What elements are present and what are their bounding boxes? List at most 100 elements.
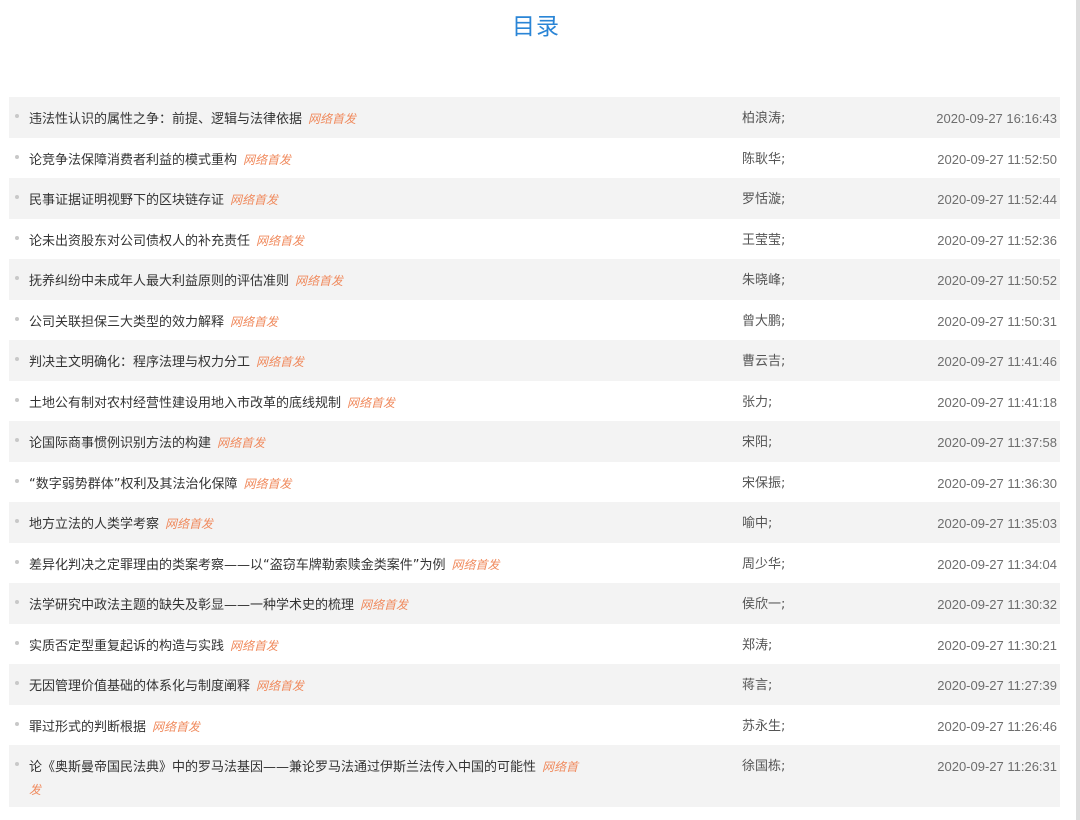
bullet-icon <box>15 600 19 604</box>
article-author: 宋阳; <box>742 435 773 450</box>
bullet-icon <box>15 721 19 726</box>
article-author: 徐国栋; <box>742 759 786 774</box>
article-title-link[interactable]: 抚养纠纷中未成年人最大利益原则的评估准则 网络首发 <box>29 270 589 293</box>
bullet-icon <box>15 762 19 766</box>
article-row: 论《奥斯曼帝国民法典》中的罗马法基因——兼论罗马法通过伊斯兰法传入中国的可能性网… <box>9 745 1060 807</box>
article-timestamp: 2020-09-27 11:52:36 <box>937 232 1057 248</box>
article-title-link[interactable]: 地方立法的人类学考察 网络首发 <box>29 513 589 536</box>
bullet-icon <box>15 559 19 564</box>
online-first-tag: 网络首发 <box>451 557 500 572</box>
article-title: 抚养纠纷中未成年人最大利益原则的评估准则 <box>29 274 290 289</box>
article-title: 法学研究中政法主题的缺失及彰显——一种学术史的梳理 <box>29 598 355 613</box>
article-title-link[interactable]: “数字弱势群体”权利及其法治化保障 网络首发 <box>29 473 589 496</box>
article-title-link[interactable]: 论国际商事惯例识别方法的构建 网络首发 <box>29 432 589 455</box>
bullet-icon <box>15 195 19 199</box>
article-title-link[interactable]: 公司关联担保三大类型的效力解释 网络首发 <box>29 311 589 334</box>
article-title: 罪过形式的判断根据 <box>29 719 147 735</box>
article-title: 地方立法的人类学考察 <box>29 517 160 532</box>
article-author: 曾大鹏; <box>742 313 786 329</box>
article-title-link[interactable]: 论竞争法保障消费者利益的模式重构 网络首发 <box>29 149 589 172</box>
article-author: 王莹莹; <box>742 232 786 248</box>
article-title: 差异化判决之定罪理由的类案考察——以“盗窃车牌勒索赎金类案件”为例 <box>29 557 446 573</box>
article-title-link[interactable]: 判决主文明确化：程序法理与权力分工 网络首发 <box>29 351 589 374</box>
article-timestamp: 2020-09-27 11:52:50 <box>937 151 1057 167</box>
article-title: 无因管理价值基础的体系化与制度阐释 <box>29 679 251 694</box>
online-first-tag: 网络首发 <box>256 233 305 248</box>
article-title: 违法性认识的属性之争：前提、逻辑与法律依据 <box>29 112 303 127</box>
article-author: 苏永生; <box>742 718 786 734</box>
article-title-link[interactable]: 土地公有制对农村经营性建设用地入市改革的底线规制 网络首发 <box>29 392 589 415</box>
article-timestamp: 2020-09-27 16:16:43 <box>936 111 1057 126</box>
article-title-link[interactable]: 法学研究中政法主题的缺失及彰显——一种学术史的梳理 网络首发 <box>29 594 589 617</box>
bullet-icon <box>15 357 19 361</box>
article-row: 论竞争法保障消费者利益的模式重构 网络首发 陈耿华; 2020-09-27 11:52… <box>9 137 1060 178</box>
online-first-tag: 网络首发 <box>256 679 305 693</box>
article-title: 实质否定型重复起诉的构造与实践 <box>29 638 225 654</box>
bullet-icon <box>15 438 19 442</box>
online-first-tag: 网络首发 <box>152 719 201 734</box>
article-row: 抚养纠纷中未成年人最大利益原则的评估准则 网络首发 朱晓峰; 2020-09-27 1… <box>9 259 1060 300</box>
article-title: 判决主文明确化：程序法理与权力分工 <box>29 355 251 370</box>
article-timestamp: 2020-09-27 11:26:46 <box>937 718 1057 734</box>
online-first-tag: 网络首发 <box>295 274 344 288</box>
article-title-link[interactable]: 违法性认识的属性之争：前提、逻辑与法律依据 网络首发 <box>29 108 589 131</box>
article-timestamp: 2020-09-27 11:50:31 <box>937 313 1057 329</box>
article-title-link[interactable]: 论《奥斯曼帝国民法典》中的罗马法基因——兼论罗马法通过伊斯兰法传入中国的可能性网… <box>29 756 589 802</box>
article-author: 罗恬漩; <box>742 192 786 207</box>
article-title-link[interactable]: 民事证据证明视野下的区块链存证 网络首发 <box>29 189 589 212</box>
online-first-tag: 网络首发 <box>230 638 279 653</box>
article-title-link[interactable]: 论未出资股东对公司债权人的补充责任 网络首发 <box>29 230 589 253</box>
bullet-icon <box>15 519 19 523</box>
article-author: 朱晓峰; <box>742 273 786 288</box>
article-row: 无因管理价值基础的体系化与制度阐释 网络首发 蒋言; 2020-09-27 11:27… <box>9 664 1060 705</box>
online-first-tag: 网络首发 <box>243 152 292 167</box>
article-timestamp: 2020-09-27 11:36:30 <box>937 475 1057 491</box>
article-author: 宋保振; <box>742 475 786 491</box>
article-timestamp: 2020-09-27 11:52:44 <box>937 192 1057 207</box>
online-first-tag: 网络首发 <box>308 112 357 126</box>
article-row: 论未出资股东对公司债权人的补充责任 网络首发 王莹莹; 2020-09-27 11:5… <box>9 218 1060 259</box>
bullet-icon <box>15 478 19 483</box>
scrollbar[interactable] <box>1076 0 1080 820</box>
article-row: 判决主文明确化：程序法理与权力分工 网络首发 曹云吉; 2020-09-27 11:4… <box>9 340 1060 381</box>
article-author: 柏浪涛; <box>742 111 786 126</box>
article-title-link[interactable]: 罪过形式的判断根据 网络首发 <box>29 716 589 739</box>
article-list: 违法性认识的属性之争：前提、逻辑与法律依据 网络首发 柏浪涛; 2020-09-27 … <box>9 97 1060 807</box>
article-row: 违法性认识的属性之争：前提、逻辑与法律依据 网络首发 柏浪涛; 2020-09-27 … <box>9 97 1060 138</box>
article-title: 论国际商事惯例识别方法的构建 <box>29 436 212 451</box>
article-timestamp: 2020-09-27 11:35:03 <box>937 516 1057 531</box>
article-title-link[interactable]: 差异化判决之定罪理由的类案考察——以“盗窃车牌勒索赎金类案件”为例 网络首发 <box>29 554 589 577</box>
article-row: 论国际商事惯例识别方法的构建 网络首发 宋阳; 2020-09-27 11:37:58 <box>9 421 1060 462</box>
article-row: 实质否定型重复起诉的构造与实践 网络首发 郑涛; 2020-09-27 11:30:2… <box>9 623 1060 664</box>
online-first-tag: 网络首发 <box>165 517 214 531</box>
article-author: 曹云吉; <box>742 354 786 369</box>
article-row: 民事证据证明视野下的区块链存证 网络首发 罗恬漩; 2020-09-27 11:52:… <box>9 178 1060 219</box>
article-title: 民事证据证明视野下的区块链存证 <box>29 193 225 208</box>
article-title-link[interactable]: 无因管理价值基础的体系化与制度阐释 网络首发 <box>29 675 589 698</box>
bullet-icon <box>15 276 19 280</box>
article-title: 论未出资股东对公司债权人的补充责任 <box>29 233 251 249</box>
article-timestamp: 2020-09-27 11:30:32 <box>937 597 1057 612</box>
article-timestamp: 2020-09-27 11:27:39 <box>937 678 1057 693</box>
article-author: 陈耿华; <box>742 151 786 167</box>
bullet-icon <box>15 114 19 118</box>
online-first-tag: 网络首发 <box>217 436 266 450</box>
bullet-icon <box>15 640 19 645</box>
article-title: 土地公有制对农村经营性建设用地入市改革的底线规制 <box>29 395 342 411</box>
online-first-tag: 网络首发 <box>230 314 279 329</box>
article-row: 地方立法的人类学考察 网络首发 喻中; 2020-09-27 11:35:03 <box>9 502 1060 543</box>
article-author: 侯欣一; <box>742 597 786 612</box>
article-row: 法学研究中政法主题的缺失及彰显——一种学术史的梳理 网络首发 侯欣一; 2020-09… <box>9 583 1060 624</box>
article-title: 公司关联担保三大类型的效力解释 <box>29 314 225 330</box>
bullet-icon <box>15 235 19 240</box>
article-author: 蒋言; <box>742 678 773 693</box>
article-title: 论竞争法保障消费者利益的模式重构 <box>29 152 238 168</box>
article-row: “数字弱势群体”权利及其法治化保障 网络首发 宋保振; 2020-09-27 11:3… <box>9 461 1060 502</box>
bullet-icon <box>15 316 19 321</box>
article-title-link[interactable]: 实质否定型重复起诉的构造与实践 网络首发 <box>29 635 589 658</box>
article-title: “数字弱势群体”权利及其法治化保障 <box>29 476 238 492</box>
article-timestamp: 2020-09-27 11:34:04 <box>937 556 1057 572</box>
article-row: 罪过形式的判断根据 网络首发 苏永生; 2020-09-27 11:26:46 <box>9 704 1060 745</box>
article-author: 郑涛; <box>742 637 773 653</box>
article-timestamp: 2020-09-27 11:37:58 <box>937 435 1057 450</box>
